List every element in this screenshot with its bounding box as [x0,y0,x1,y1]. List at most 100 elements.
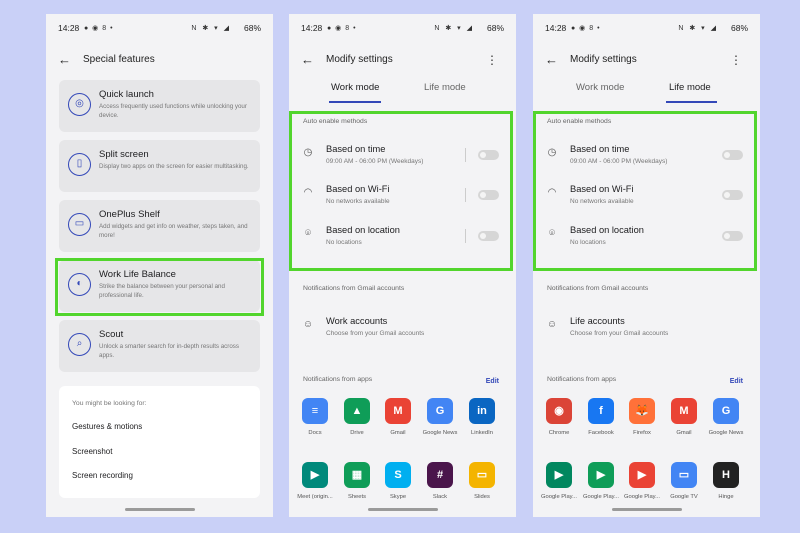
edit-apps-button[interactable]: Edit [486,378,499,385]
back-arrow-icon[interactable]: ← [58,52,71,68]
split-screen-icon: ▯ [68,153,91,176]
status-bar: 14:28 ● ◉ 8 • N ✱ ▾ ◢ 68% [301,23,504,35]
app-firefox[interactable]: 🦊 Firefox [620,398,664,436]
system-icons: N ✱ ▾ ◢ [434,25,474,32]
accounts-row[interactable]: ☺ Work accounts Choose from your Gmail a… [289,316,516,352]
tab-work-mode[interactable]: Work mode [576,82,624,93]
app-google-news[interactable]: G Google News [704,398,748,436]
accounts-sub: Choose from your Gmail accounts [570,330,669,337]
edit-apps-button[interactable]: Edit [730,378,743,385]
suggestion-item[interactable]: Gestures & motions [72,422,142,431]
feature-desc: Unlock a smarter search for in-depth res… [99,343,239,359]
app-facebook[interactable]: f Facebook [579,398,623,436]
app-label: Google Play... [624,494,660,500]
app-icon: M [671,398,697,424]
status-bar: 14:28 ● ◉ 8 • N ✱ ▾ ◢ 68% [545,23,748,35]
app-icon: ▶ [588,462,614,488]
feature-oneplus-shelf[interactable]: ▭ OnePlus Shelf Add widgets and get info… [59,200,260,252]
app-label: Google Play... [541,494,577,500]
app-docs[interactable]: ≡ Docs [293,398,337,436]
system-icons: N ✱ ▾ ◢ [191,25,231,32]
home-indicator[interactable] [125,508,195,511]
notification-icons: ● ◉ 8 • [84,25,114,32]
app-google-news[interactable]: G Google News [418,398,462,436]
tab-life-mode[interactable]: Life mode [424,82,466,93]
feature-scout[interactable]: ⌕ Scout Unlock a smarter search for in-d… [59,320,260,372]
app-label: Facebook [588,430,614,436]
suggestion-item[interactable]: Screen recording [72,471,133,480]
app-linkedin[interactable]: in LinkedIn [460,398,504,436]
app-gmail[interactable]: M Gmail [376,398,420,436]
app-icon: f [588,398,614,424]
phone-special-features: 14:28 ● ◉ 8 • N ✱ ▾ ◢ 68% ← Special feat… [46,14,273,517]
app-meet-origin[interactable]: ▶ Meet (origin... [293,462,337,500]
status-time: 14:28 [301,23,323,33]
app-drive[interactable]: ▲ Drive [335,398,379,436]
phone-life-mode: 14:28 ● ◉ 8 • N ✱ ▾ ◢ 68% ← Modify setti… [533,14,760,517]
accounts-title: Life accounts [570,316,625,326]
app-google-play[interactable]: ▶ Google Play... [579,462,623,500]
app-google-tv[interactable]: ▭ Google TV [662,462,706,500]
battery-level: 68% [243,23,261,33]
app-label: Google Play... [583,494,619,500]
battery-level: 68% [486,23,504,33]
feature-title: Split screen [99,149,149,160]
apps-header: Notifications from apps [547,376,617,383]
notification-icons: ● ◉ 8 • [327,25,357,32]
app-icon: in [469,398,495,424]
apps-header: Notifications from apps [303,376,373,383]
feature-split-screen[interactable]: ▯ Split screen Display two apps on the s… [59,140,260,192]
app-label: Skype [389,494,407,500]
app-label: Drive [350,430,364,436]
app-icon: ▦ [344,462,370,488]
notification-icons: ● ◉ 8 • [571,25,601,32]
feature-quick-launch[interactable]: ◎ Quick launch Access frequently used fu… [59,80,260,132]
tab-work-mode[interactable]: Work mode [331,82,379,93]
home-indicator[interactable] [368,508,438,511]
shelf-icon: ▭ [68,213,91,236]
app-label: Docs [308,430,322,436]
app-google-play[interactable]: ▶ Google Play... [537,462,581,500]
battery-level: 68% [730,23,748,33]
highlight-box [289,111,513,271]
feature-title: Scout [99,329,124,340]
more-options-icon[interactable]: ⋮ [486,52,498,68]
app-hinge[interactable]: H Hinge [704,462,748,500]
accounts-title: Work accounts [326,316,388,326]
app-skype[interactable]: S Skype [376,462,420,500]
feature-desc: Access frequently used functions while u… [99,103,247,119]
feature-desc: Add widgets and get info on weather, ste… [99,223,248,239]
app-icon: H [713,462,739,488]
person-icon: ☺ [546,319,558,330]
app-icon: S [385,462,411,488]
app-icon: ◉ [546,398,572,424]
more-options-icon[interactable]: ⋮ [730,52,742,68]
app-label: Google TV [670,494,698,500]
app-label: LinkedIn [471,430,493,436]
app-icon: 🦊 [629,398,655,424]
app-google-play[interactable]: ▶ Google Play... [620,462,664,500]
app-icon: ▲ [344,398,370,424]
back-arrow-icon[interactable]: ← [545,52,558,68]
search-icon: ⌕ [68,333,91,356]
active-tab-indicator [666,101,717,103]
person-icon: ☺ [302,319,314,330]
gmail-header: Notifications from Gmail accounts [547,285,649,292]
app-label: Meet (origin... [297,494,333,500]
app-bar: ← Modify settings ⋮ [289,52,516,72]
tab-life-mode[interactable]: Life mode [669,82,711,93]
home-indicator[interactable] [612,508,682,511]
app-slides[interactable]: ▭ Slides [460,462,504,500]
app-chrome[interactable]: ◉ Chrome [537,398,581,436]
active-tab-indicator [329,101,381,103]
app-icon: ▶ [302,462,328,488]
back-arrow-icon[interactable]: ← [301,52,314,68]
quick-launch-icon: ◎ [68,93,91,116]
app-sheets[interactable]: ▦ Sheets [335,462,379,500]
accounts-row[interactable]: ☺ Life accounts Choose from your Gmail a… [533,316,760,352]
app-slack[interactable]: # Slack [418,462,462,500]
status-time: 14:28 [545,23,567,33]
app-gmail[interactable]: M Gmail [662,398,706,436]
feature-title: OnePlus Shelf [99,209,160,220]
suggestion-item[interactable]: Screenshot [72,447,112,456]
